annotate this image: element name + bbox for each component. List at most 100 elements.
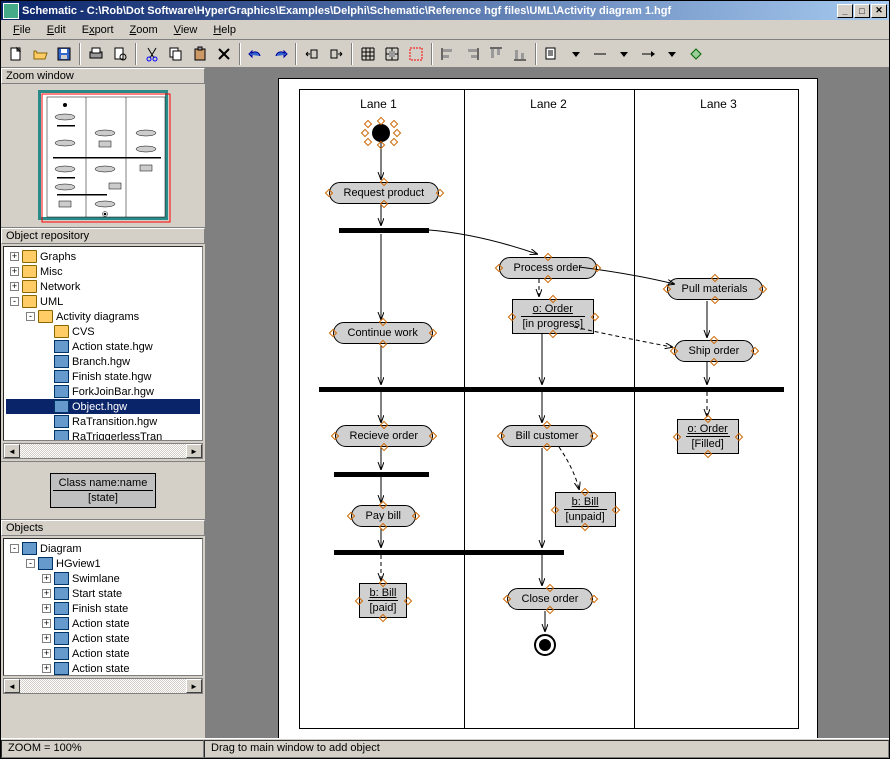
menu-zoom[interactable]: Zoom [122,22,166,38]
tree-item[interactable]: -Diagram [6,541,200,556]
menu-edit[interactable]: Edit [39,22,74,38]
tree-item[interactable]: +Action state [6,646,200,661]
tree-item[interactable]: + Action state [6,616,200,631]
tree-expand-icon[interactable]: + [42,604,51,613]
tree-expand-icon[interactable]: - [10,544,19,553]
menu-view[interactable]: View [166,22,206,38]
join-bar-1[interactable] [319,387,784,392]
tree-item[interactable]: +Finish state [6,601,200,616]
diagram-canvas[interactable]: Lane 1 Lane 2 Lane 3 Request product Pro… [278,78,818,738]
file-icon [54,400,69,413]
fork-bar-2[interactable] [334,472,429,477]
tree-expand-icon[interactable]: + [42,649,51,658]
copy-button[interactable] [165,43,187,65]
delete-button[interactable] [213,43,235,65]
tree-item[interactable]: Object.hgw [6,399,200,414]
redo-button[interactable] [269,43,291,65]
tree-expand-icon[interactable]: + [10,252,19,261]
layers-button[interactable] [541,43,563,65]
lane-divider-1[interactable] [464,89,465,729]
tree-item[interactable]: +Network [6,279,200,294]
join-bar-2[interactable] [334,550,564,555]
nudge-left-button[interactable] [301,43,323,65]
line-style-button[interactable] [589,43,611,65]
scroll-track[interactable] [20,444,186,458]
file-icon [54,587,69,600]
scroll-left-button[interactable]: ◄ [4,679,20,693]
objects-hscroll[interactable]: ◄ ► [3,678,203,694]
scroll-right-button[interactable]: ► [186,444,202,458]
grid-button[interactable] [357,43,379,65]
objects-tree[interactable]: -Diagram-HGview1+Swimlane+Start state+Fi… [3,538,203,676]
minimize-button[interactable]: _ [837,4,853,18]
cut-button[interactable] [141,43,163,65]
fork-bar-1[interactable] [339,228,429,233]
arrow-style-button[interactable] [637,43,659,65]
layers-dropdown-button[interactable] [565,43,587,65]
titlebar[interactable]: Schematic - C:\Rob\Dot Software\HyperGra… [1,1,889,20]
tree-expand-icon[interactable]: + [42,634,51,643]
line-dropdown-button[interactable] [613,43,635,65]
tree-item[interactable]: +Action state [6,631,200,646]
tree-expand-icon[interactable]: - [26,559,35,568]
tree-item[interactable]: -UML [6,294,200,309]
align-left-button[interactable] [437,43,459,65]
tree-item[interactable]: Branch.hgw [6,354,200,369]
tree-expand-icon[interactable]: - [26,312,35,321]
tree-item[interactable]: ForkJoinBar.hgw [6,384,200,399]
align-right-button[interactable] [461,43,483,65]
close-button[interactable]: ✕ [871,4,887,18]
tree-item[interactable]: +Graphs [6,249,200,264]
tree-expand-icon[interactable]: + [42,664,51,673]
tree-expand-icon[interactable]: + [10,282,19,291]
align-top-button[interactable] [485,43,507,65]
folder-icon [54,325,69,338]
scroll-right-button[interactable]: ► [186,679,202,693]
zoom-thumbnail[interactable] [38,90,168,220]
print-button[interactable] [85,43,107,65]
scroll-left-button[interactable]: ◄ [4,444,20,458]
tree-item[interactable]: Action state.hgw [6,339,200,354]
new-button[interactable] [5,43,27,65]
branch-style-button[interactable] [685,43,707,65]
tree-item[interactable]: Finish state.hgw [6,369,200,384]
snap-button[interactable] [381,43,403,65]
file-icon [54,572,69,585]
tree-expand-icon[interactable]: - [10,297,19,306]
final-state[interactable] [534,634,556,656]
object-preview[interactable]: Class name:name [state] [50,473,157,508]
tree-item[interactable]: -HGview1 [6,556,200,571]
maximize-button[interactable]: □ [854,4,870,18]
lane-divider-2[interactable] [634,89,635,729]
nudge-right-button[interactable] [325,43,347,65]
canvas-area[interactable]: Lane 1 Lane 2 Lane 3 Request product Pro… [206,68,889,738]
tree-item[interactable]: CVS [6,324,200,339]
tree-expand-icon[interactable]: + [42,574,51,583]
repo-hscroll[interactable]: ◄ ► [3,443,203,459]
tree-item[interactable]: +Action state [6,661,200,676]
save-button[interactable] [53,43,75,65]
align-bottom-button[interactable] [509,43,531,65]
repository-tree[interactable]: +Graphs+Misc+Network-UML-Activity diagra… [3,246,203,441]
tree-item[interactable]: RaTriggerlessTran [6,429,200,441]
menu-help[interactable]: Help [205,22,244,38]
tree-expand-icon[interactable]: + [42,619,51,628]
open-button[interactable] [29,43,51,65]
scroll-track[interactable] [20,679,186,693]
tree-item[interactable]: RaTransition.hgw [6,414,200,429]
arrow-dropdown-button[interactable] [661,43,683,65]
tree-expand-icon[interactable]: + [42,589,51,598]
undo-button[interactable] [245,43,267,65]
tree-expand-icon[interactable]: + [10,267,19,276]
menu-export[interactable]: Export [74,22,122,38]
tree-item[interactable]: +Misc [6,264,200,279]
tree-item[interactable]: -Activity diagrams [6,309,200,324]
print-preview-button[interactable] [109,43,131,65]
select-button[interactable] [405,43,427,65]
paste-button[interactable] [189,43,211,65]
tree-item[interactable]: +Swimlane [6,571,200,586]
bill-unpaid-object[interactable]: b: Bill [unpaid] [555,492,616,527]
menu-file[interactable]: File [5,22,39,38]
tree-item[interactable]: +Start state [6,586,200,601]
tree-item-label: Action state [72,618,129,630]
